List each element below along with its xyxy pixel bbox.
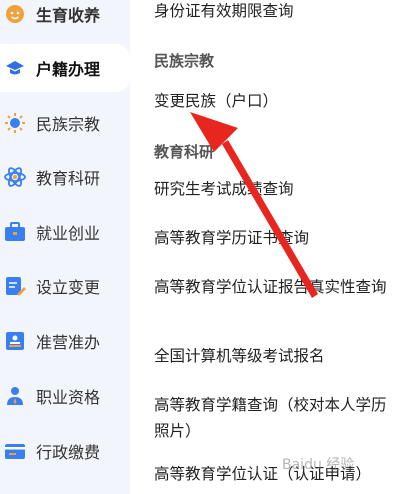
sidebar-item-label: 民族宗教	[36, 115, 101, 134]
service-item-change-ethnicity[interactable]: 变更民族（户口）	[154, 88, 399, 114]
category-sidebar: 生育收养 户籍办理 民族宗教 教育科研 就业创业 设立变更 准营准办 职业资格 …	[0, 0, 130, 494]
sidebar-item-professional-qualification[interactable]: 职业资格	[0, 372, 130, 420]
edit-doc-icon	[2, 273, 28, 299]
service-item-computer-exam-signup[interactable]: 全国计算机等级考试报名	[154, 343, 399, 369]
sidebar-item-household[interactable]: 户籍办理	[0, 44, 130, 92]
id-cap-icon	[2, 55, 28, 81]
sidebar-item-birth-adoption[interactable]: 生育收养	[0, 0, 130, 38]
service-item-degree-certificate-query[interactable]: 高等教育学历证书查询	[154, 225, 399, 251]
service-item-student-status-query[interactable]: 高等教育学籍查询（校对本人学历照片）	[154, 392, 399, 444]
service-item-grad-exam-score[interactable]: 研究生考试成绩查询	[154, 176, 399, 202]
temple-icon	[2, 110, 28, 136]
section-title-education-research: 教育科研	[154, 143, 215, 161]
sidebar-item-label: 行政缴费	[36, 443, 101, 462]
sidebar-item-ethnic-religion[interactable]: 民族宗教	[0, 99, 130, 147]
atom-icon	[2, 164, 28, 190]
section-title-ethnic-religion: 民族宗教	[154, 52, 215, 70]
wallet-icon	[2, 438, 28, 464]
sidebar-item-administrative-fee[interactable]: 行政缴费	[0, 427, 130, 475]
sidebar-item-label: 就业创业	[36, 224, 101, 243]
service-item-degree-auth-apply[interactable]: 高等教育学位认证（认证申请）	[154, 461, 399, 487]
service-list: 身份证有效期限查询 民族宗教 变更民族（户口） 教育科研 研究生考试成绩查询 高…	[130, 0, 403, 494]
service-item-degree-auth-report[interactable]: 高等教育学位认证报告真实性查询	[154, 274, 399, 300]
baby-icon	[2, 1, 28, 27]
watermark: Baidu 经验	[282, 457, 355, 473]
sidebar-item-employment[interactable]: 就业创业	[0, 208, 130, 256]
sidebar-item-label: 准营准办	[36, 333, 101, 352]
briefcase-icon	[2, 219, 28, 245]
sidebar-item-label: 职业资格	[36, 388, 101, 407]
sidebar-item-label: 教育科研	[36, 169, 101, 188]
sidebar-item-label: 户籍办理	[36, 60, 101, 79]
sidebar-item-operation-permit[interactable]: 准营准办	[0, 317, 130, 365]
service-item-id-validity-query[interactable]: 身份证有效期限查询	[154, 0, 399, 24]
sidebar-item-label: 设立变更	[36, 278, 101, 297]
stamp-icon	[2, 328, 28, 354]
sidebar-item-label: 生育收养	[36, 6, 101, 25]
sidebar-item-establish-change[interactable]: 设立变更	[0, 262, 130, 310]
sidebar-item-education-research[interactable]: 教育科研	[0, 153, 130, 201]
person-badge-icon	[2, 383, 28, 409]
